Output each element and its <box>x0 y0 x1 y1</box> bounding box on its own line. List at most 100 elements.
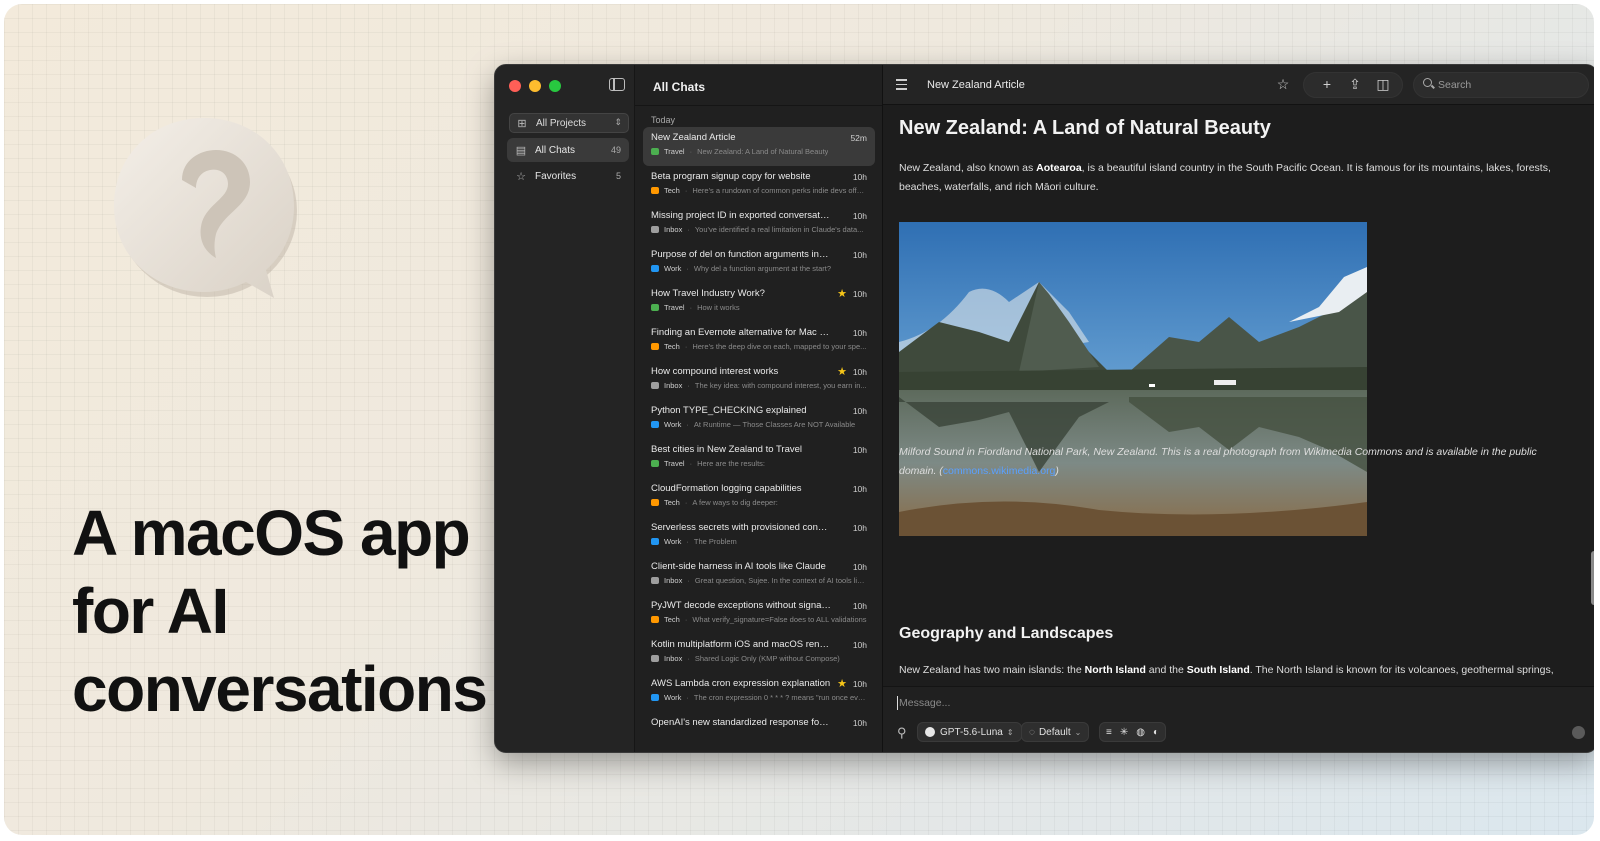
sliders-icon[interactable]: ≡ <box>1106 727 1112 738</box>
chat-meta: Work · Why del a function argument at th… <box>651 264 867 273</box>
chat-time: 10h <box>852 445 867 455</box>
chat-title: Purpose of del on function arguments in … <box>651 249 831 260</box>
tools-group: ≡ ✳ ◍ ◐ <box>1099 722 1167 742</box>
sidebar-item-all-chats[interactable]: ▤ All Chats 49 <box>507 138 629 162</box>
chat-project: Work <box>664 693 682 702</box>
separator-dot: · <box>684 498 688 507</box>
chat-list-item[interactable]: PyJWT decode exceptions without signatur… <box>643 595 875 634</box>
app-logo-icon <box>114 118 297 298</box>
chat-preview: You've identified a real limitation in C… <box>694 225 864 234</box>
separator-dot: · <box>689 147 693 156</box>
chat-title: Missing project ID in exported conversat… <box>651 210 831 221</box>
chat-meta: Work · At Runtime — Those Classes Are NO… <box>651 420 867 429</box>
project-icon <box>651 616 659 623</box>
chat-meta: Work · The Problem <box>651 537 867 546</box>
chat-bubble-icon: ◌ <box>1029 726 1035 738</box>
chat-title: Serverless secrets with provisioned conc… <box>651 522 831 533</box>
chat-list-item[interactable]: CloudFormation logging capabilities 10h T… <box>643 478 875 517</box>
project-icon <box>651 265 659 272</box>
separator-dot: · <box>686 537 689 546</box>
sidebar-item-favorites[interactable]: ☆ Favorites 5 <box>507 164 629 188</box>
chat-list-item[interactable]: AWS Lambda cron expression explanation ★ 1… <box>643 673 875 712</box>
project-icon <box>651 304 659 311</box>
separator-dot: · <box>687 576 690 585</box>
chat-meta: Travel · How it works <box>651 303 867 312</box>
separator-dot: · <box>684 615 688 624</box>
new-chat-plus-icon[interactable]: + <box>1317 76 1337 92</box>
chat-list-item[interactable]: Beta program signup copy for website 10h … <box>643 166 875 205</box>
image-caption: Milford Sound in Fiordland National Park… <box>899 443 1559 481</box>
chat-list-item[interactable]: How compound interest works ★ 10h Inbox · … <box>643 361 875 400</box>
hero-line-2: for AI <box>72 575 229 647</box>
sidebar-toggle-icon[interactable] <box>609 78 625 91</box>
chat-project: Travel <box>664 303 685 312</box>
chat-time: 10h <box>852 211 867 221</box>
chat-meta: Tech · A few ways to dig deeper: <box>651 498 867 507</box>
project-icon <box>651 655 659 662</box>
chat-list-item[interactable]: Missing project ID in exported conversat… <box>643 205 875 244</box>
model-selector[interactable]: GPT-5.6-Luna ⇕ <box>917 722 1022 742</box>
chat-time: 10h <box>852 172 867 182</box>
model-label: GPT-5.6-Luna <box>940 726 1003 738</box>
chat-list-item[interactable]: Finding an Evernote alternative for Mac … <box>643 322 875 361</box>
close-window-button[interactable] <box>509 80 521 92</box>
mode-selector[interactable]: ◌ Default ⌄ <box>1021 722 1090 742</box>
chat-list-item[interactable]: Best cities in New Zealand to Travel 10h … <box>643 439 875 478</box>
message-composer: Message... ⚲ GPT-5.6-Luna ⇕ ◌ Default ⌄ … <box>883 686 1594 752</box>
chat-list-item[interactable]: Purpose of del on function arguments in … <box>643 244 875 283</box>
project-icon <box>651 187 659 194</box>
sidebar: ⊞ All Projects ⇕ ▤ All Chats 49 ☆ Favori… <box>495 65 635 752</box>
chevron-down-icon: ⌄ <box>1074 727 1082 737</box>
share-icon[interactable]: ⇪ <box>1345 76 1365 93</box>
chat-list-item[interactable]: Python TYPE_CHECKING explained 10h Work ·… <box>643 400 875 439</box>
minimize-window-button[interactable] <box>529 80 541 92</box>
chat-project: Tech <box>664 498 680 507</box>
geo-bold-south: South Island <box>1186 664 1250 676</box>
outline-icon[interactable] <box>893 79 907 90</box>
chat-preview: New Zealand: A Land of Natural Beauty <box>697 147 829 156</box>
chat-project: Inbox <box>664 225 683 234</box>
star-icon: ☆ <box>516 170 526 183</box>
project-icon <box>651 343 659 350</box>
caption-link[interactable]: commons.wikimedia.org <box>943 465 1056 477</box>
chat-time: 10h <box>852 562 867 572</box>
favorite-star-icon: ★ <box>837 678 847 690</box>
favorite-star-icon[interactable]: ☆ <box>1273 76 1293 93</box>
chat-preview: How it works <box>697 303 740 312</box>
zoom-window-button[interactable] <box>549 80 561 92</box>
chat-meta: Inbox · You've identified a real limitat… <box>651 225 867 234</box>
chat-list-item[interactable]: Serverless secrets with provisioned conc… <box>643 517 875 556</box>
hero-headline: A macOS app for AI conversations <box>72 494 488 728</box>
globe-icon[interactable]: ◍ <box>1136 727 1145 738</box>
app-window: ⊞ All Projects ⇕ ▤ All Chats 49 ☆ Favori… <box>494 64 1594 753</box>
scrollbar[interactable] <box>1591 551 1594 605</box>
section-header: Today <box>651 115 676 125</box>
chat-list-item[interactable]: Kotlin multiplatform iOS and macOS rende… <box>643 634 875 673</box>
geo-text-e: . The North Island is known for its volc… <box>1249 664 1554 676</box>
separator-dot: · <box>686 420 689 429</box>
chat-list-item[interactable]: Client-side harness in AI tools like Cla… <box>643 556 875 595</box>
chat-project: Work <box>664 264 682 273</box>
geo-bold-north: North Island <box>1084 664 1146 676</box>
sidebar-item-label: Favorites <box>535 170 577 182</box>
chat-list-item[interactable]: New Zealand Article 52m Travel · New Zeal… <box>643 127 875 166</box>
chat-list-item[interactable]: OpenAI's new standardized response forma… <box>643 712 875 751</box>
search-field[interactable]: Search <box>1413 72 1589 98</box>
project-selector[interactable]: ⊞ All Projects ⇕ <box>509 113 629 133</box>
stripe-circle-icon[interactable]: ◐ <box>1153 727 1159 738</box>
hero-line-3: conversations <box>72 653 488 725</box>
chat-preview: Here's a rundown of common perks indie d… <box>692 186 867 195</box>
chat-time: 10h <box>852 679 867 689</box>
sparkle-icon[interactable]: ✳ <box>1120 727 1128 738</box>
attach-paperclip-icon[interactable]: ⚲ <box>897 725 907 741</box>
chat-meta: Travel · New Zealand: A Land of Natural … <box>651 147 867 156</box>
inspector-toggle-icon[interactable]: ◫ <box>1373 76 1393 93</box>
caption-close: ) <box>1055 465 1059 477</box>
chat-project: Work <box>664 420 682 429</box>
intro-bold: Aotearoa <box>1036 162 1082 174</box>
search-icon <box>1423 78 1432 87</box>
message-input[interactable]: Message... <box>899 697 950 709</box>
chat-project: Inbox <box>664 654 683 663</box>
chat-list-item[interactable]: How Travel Industry Work? ★ 10h Travel · H… <box>643 283 875 322</box>
send-button[interactable] <box>1572 726 1585 739</box>
